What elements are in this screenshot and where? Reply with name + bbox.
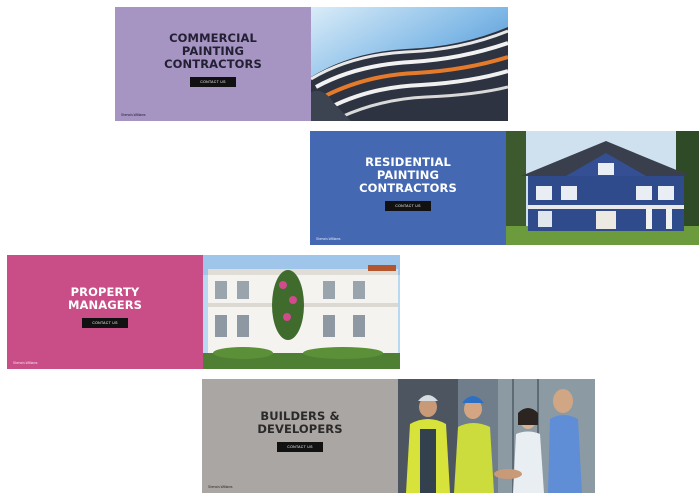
residential-painting-banner[interactable]: RESIDENTIAL PAINTING CONTRACTORS CONTACT… xyxy=(310,131,699,245)
white-apartment-photo xyxy=(203,255,400,369)
property-managers-banner[interactable]: PROPERTY MANAGERS CONTACT US Sherwin-Wil… xyxy=(7,255,400,369)
builders-developers-banner[interactable]: BUILDERS & DEVELOPERS CONTACT US Sherwin… xyxy=(202,379,595,493)
construction-workers-photo xyxy=(398,379,595,493)
banner-footnote: Sherwin-Williams xyxy=(208,485,233,489)
commercial-text-panel: COMMERCIAL PAINTING CONTRACTORS CONTACT … xyxy=(115,7,311,121)
banner-title: BUILDERS & DEVELOPERS xyxy=(257,409,343,436)
contact-button[interactable]: CONTACT US xyxy=(82,318,128,328)
curved-building-photo xyxy=(311,7,508,121)
banner-footnote: Sherwin-Williams xyxy=(316,237,341,241)
commercial-painting-banner[interactable]: COMMERCIAL PAINTING CONTRACTORS CONTACT … xyxy=(115,7,508,121)
residential-text-panel: RESIDENTIAL PAINTING CONTRACTORS CONTACT… xyxy=(310,131,506,245)
builders-text-panel: BUILDERS & DEVELOPERS CONTACT US Sherwin… xyxy=(202,379,398,493)
contact-button[interactable]: CONTACT US xyxy=(277,442,323,452)
banner-title: RESIDENTIAL PAINTING CONTRACTORS xyxy=(359,154,457,195)
contact-button[interactable]: CONTACT US xyxy=(190,76,236,87)
banner-title: COMMERCIAL PAINTING CONTRACTORS xyxy=(164,30,262,71)
property-text-panel: PROPERTY MANAGERS CONTACT US Sherwin-Wil… xyxy=(7,255,203,369)
contact-button[interactable]: CONTACT US xyxy=(385,200,431,211)
banner-footnote: Sherwin-Williams xyxy=(13,361,38,365)
banner-title: PROPERTY MANAGERS xyxy=(67,285,143,312)
blue-house-photo xyxy=(506,131,699,245)
banner-footnote: Sherwin-Williams xyxy=(121,113,146,117)
